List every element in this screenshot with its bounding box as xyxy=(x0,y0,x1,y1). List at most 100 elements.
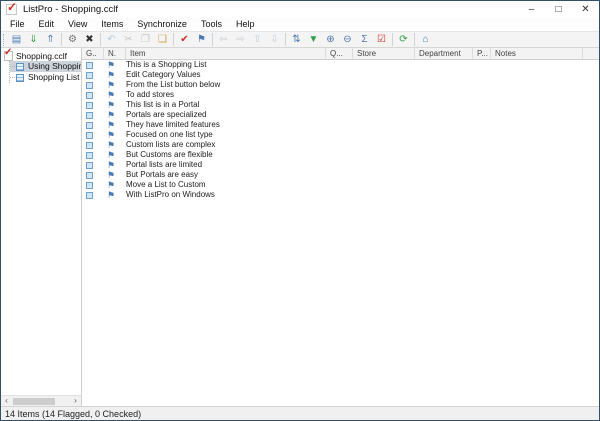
move-right-icon[interactable]: ⇨ xyxy=(232,32,249,47)
refresh-icon[interactable]: ⟳ xyxy=(395,32,412,47)
column-header-p[interactable]: P... xyxy=(473,48,491,59)
checkbox-icon[interactable] xyxy=(86,162,93,169)
column-header-notes[interactable]: Notes xyxy=(491,48,583,59)
sync-to-handheld-icon[interactable]: ⇓ xyxy=(25,32,42,47)
item-text: Custom lists are complex xyxy=(126,140,215,150)
table-row[interactable]: ⚑From the List button below xyxy=(82,80,599,90)
column-header-filler xyxy=(583,48,599,59)
flag-icon[interactable]: ⚑ xyxy=(107,110,115,120)
table-row[interactable]: ⚑ This list is in a Portal xyxy=(82,100,599,110)
column-header-department[interactable]: Department xyxy=(415,48,473,59)
table-row[interactable]: ⚑Portals are specialized xyxy=(82,110,599,120)
flag-icon[interactable]: ⚑ xyxy=(107,130,115,140)
column-header-n[interactable]: N. xyxy=(104,48,126,59)
flag-icon[interactable]: ⚑ xyxy=(107,100,115,110)
undo-icon[interactable]: ↶ xyxy=(103,32,120,47)
checkbox-icon[interactable] xyxy=(86,122,93,129)
menu-file[interactable]: File xyxy=(3,18,32,31)
delete-icon[interactable]: ✖ xyxy=(81,32,98,47)
scroll-left-icon[interactable]: ‹ xyxy=(1,396,12,406)
checkbox-icon[interactable] xyxy=(86,152,93,159)
minimize-button[interactable]: – xyxy=(518,1,545,18)
checkbox-icon[interactable] xyxy=(86,172,93,179)
check-item-icon[interactable]: ✔ xyxy=(176,32,193,47)
checkbox-icon[interactable] xyxy=(86,102,93,109)
move-up-icon[interactable]: ⇧ xyxy=(249,32,266,47)
column-header-g[interactable]: G.. xyxy=(82,48,104,59)
filter-icon[interactable]: ▼ xyxy=(305,32,322,47)
checkbox-icon[interactable] xyxy=(86,72,93,79)
tree-root-item[interactable]: ✓ Shopping.cclf xyxy=(1,50,81,61)
item-text: This list is in a Portal xyxy=(126,100,199,110)
status-bar: 14 Items (14 Flagged, 0 Checked) xyxy=(1,406,599,420)
scroll-right-icon[interactable]: › xyxy=(70,396,81,406)
checkbox-icon[interactable] xyxy=(86,112,93,119)
zoom-out-icon[interactable]: ⊖ xyxy=(339,32,356,47)
table-row[interactable]: ⚑Edit Category Values xyxy=(82,70,599,80)
tree-children: Using ShoppingShopping List ( xyxy=(9,61,81,83)
scrollbar-thumb[interactable] xyxy=(13,398,55,405)
column-header-store[interactable]: Store xyxy=(353,48,415,59)
flag-item-icon[interactable]: ⚑ xyxy=(193,32,210,47)
sum-icon[interactable]: Σ xyxy=(356,32,373,47)
flag-icon[interactable]: ⚑ xyxy=(107,180,115,190)
list-tree: ✓ Shopping.cclf Using ShoppingShopping L… xyxy=(1,48,81,395)
checkbox-icon[interactable] xyxy=(86,192,93,199)
checkbox-icon[interactable] xyxy=(86,132,93,139)
paste-icon[interactable]: ❑ xyxy=(154,32,171,47)
menu-tools[interactable]: Tools xyxy=(194,18,229,31)
sync-from-handheld-icon[interactable]: ⇑ xyxy=(42,32,59,47)
zoom-in-icon[interactable]: ⊕ xyxy=(322,32,339,47)
move-down-icon[interactable]: ⇩ xyxy=(266,32,283,47)
multi-check-icon[interactable]: ☑ xyxy=(373,32,390,47)
menu-synchronize[interactable]: Synchronize xyxy=(130,18,194,31)
flag-icon[interactable]: ⚑ xyxy=(107,140,115,150)
flag-icon[interactable]: ⚑ xyxy=(107,120,115,130)
copy-icon[interactable]: ❐ xyxy=(137,32,154,47)
move-left-icon[interactable]: ⇦ xyxy=(215,32,232,47)
app-check-icon: ✓ xyxy=(7,1,17,13)
cut-icon[interactable]: ✂ xyxy=(120,32,137,47)
table-row[interactable]: ⚑To add stores xyxy=(82,90,599,100)
table-row[interactable]: ⚑But Portals are easy xyxy=(82,170,599,180)
item-rows: ⚑This is a Shopping List⚑Edit Category V… xyxy=(82,60,599,406)
column-header-q[interactable]: Q... xyxy=(326,48,353,59)
tree-item-1[interactable]: Shopping List ( xyxy=(10,72,81,83)
table-row[interactable]: ⚑ They have limited features xyxy=(82,120,599,130)
flag-icon[interactable]: ⚑ xyxy=(107,60,115,70)
flag-icon[interactable]: ⚑ xyxy=(107,190,115,200)
flag-icon[interactable]: ⚑ xyxy=(107,90,115,100)
sort-icon[interactable]: ⇅ xyxy=(288,32,305,47)
checkbox-icon[interactable] xyxy=(86,182,93,189)
flag-icon[interactable]: ⚑ xyxy=(107,170,115,180)
settings-icon[interactable]: ⚙ xyxy=(64,32,81,47)
tree-horizontal-scrollbar[interactable]: ‹ › xyxy=(1,395,81,406)
table-row[interactable]: ⚑This is a Shopping List xyxy=(82,60,599,70)
flag-icon[interactable]: ⚑ xyxy=(107,150,115,160)
menu-items[interactable]: Items xyxy=(94,18,130,31)
table-row[interactable]: ⚑But Customs are flexible xyxy=(82,150,599,160)
checkbox-icon[interactable] xyxy=(86,142,93,149)
tree-item-0[interactable]: Using Shopping xyxy=(10,61,81,72)
toolbar-separator xyxy=(392,33,393,46)
close-button[interactable]: ✕ xyxy=(572,1,599,18)
checkbox-icon[interactable] xyxy=(86,62,93,69)
checkbox-icon[interactable] xyxy=(86,82,93,89)
flag-icon[interactable]: ⚑ xyxy=(107,70,115,80)
item-text: They have limited features xyxy=(126,120,220,130)
checkbox-icon[interactable] xyxy=(86,92,93,99)
menu-help[interactable]: Help xyxy=(229,18,262,31)
table-row[interactable]: ⚑ Custom lists are complex xyxy=(82,140,599,150)
lists-icon[interactable]: ▤ xyxy=(8,32,25,47)
flag-icon[interactable]: ⚑ xyxy=(107,80,115,90)
table-row[interactable]: ⚑Portal lists are limited xyxy=(82,160,599,170)
table-row[interactable]: ⚑Move a List to Custom xyxy=(82,180,599,190)
maximize-button[interactable]: □ xyxy=(545,1,572,18)
table-row[interactable]: ⚑Focused on one list type xyxy=(82,130,599,140)
menu-edit[interactable]: Edit xyxy=(32,18,62,31)
menu-view[interactable]: View xyxy=(61,18,94,31)
column-header-item[interactable]: Item xyxy=(126,48,326,59)
home-icon[interactable]: ⌂ xyxy=(417,32,434,47)
flag-icon[interactable]: ⚑ xyxy=(107,160,115,170)
table-row[interactable]: ⚑With ListPro on Windows xyxy=(82,190,599,200)
